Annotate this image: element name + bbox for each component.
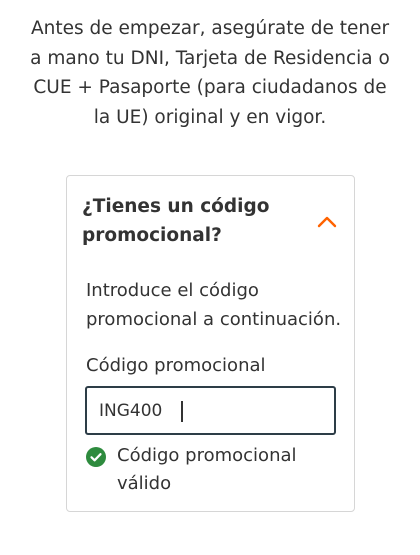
promo-field-label: Código promocional <box>86 355 266 376</box>
promo-code-input[interactable] <box>87 388 334 433</box>
check-circle-icon <box>86 447 106 467</box>
promo-code-card: ¿Tienes un código promocional? Introduce… <box>66 175 355 512</box>
promo-description: Introduce el código promocional a contin… <box>86 280 342 330</box>
promo-card-title: ¿Tienes un código promocional? <box>82 196 270 246</box>
chevron-up-icon[interactable] <box>315 210 339 234</box>
validation-message: Código promocional válido <box>117 445 297 494</box>
text-cursor <box>181 401 183 422</box>
intro-text: Antes de empezar, asegúrate de tener a m… <box>30 18 390 128</box>
promo-code-input-box[interactable] <box>85 386 336 435</box>
